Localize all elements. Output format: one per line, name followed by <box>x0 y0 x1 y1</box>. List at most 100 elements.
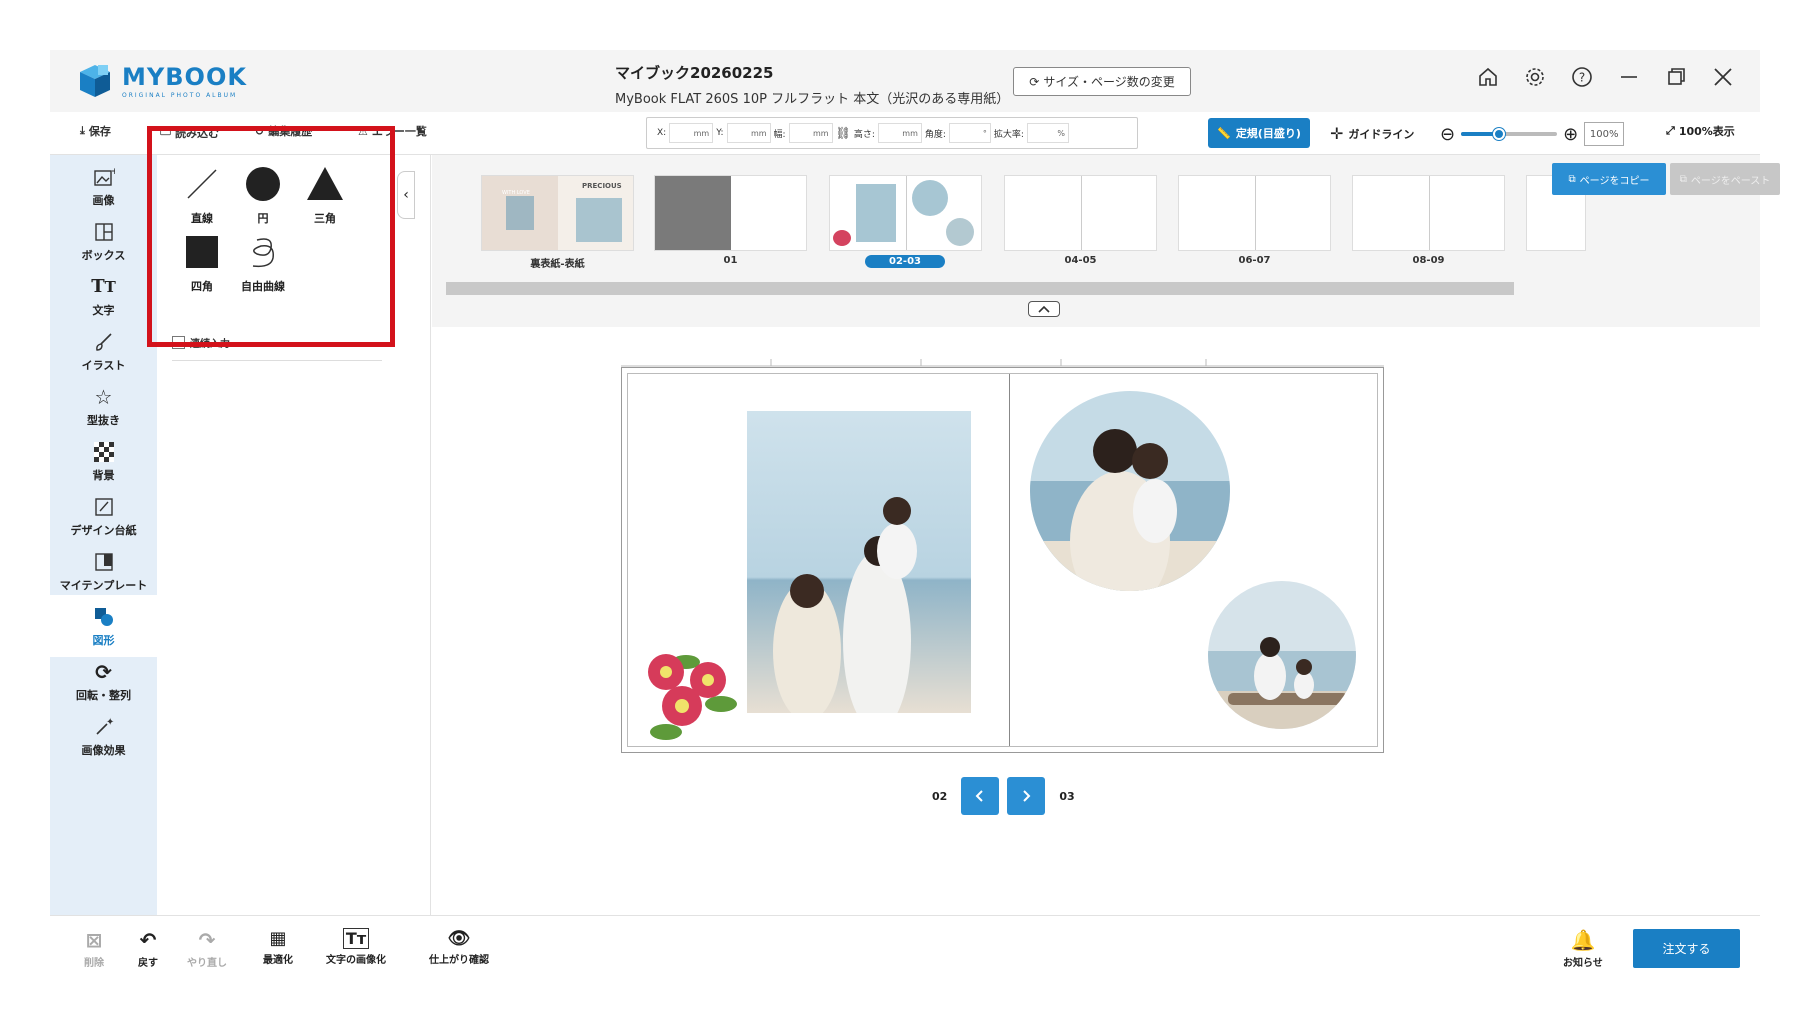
eye-icon: 👁 <box>447 928 471 949</box>
sidebar-item-rotate-align[interactable]: ⟳ 回転・整列 <box>50 650 157 712</box>
sidebar-item-label: 画像 <box>92 193 115 207</box>
order-button[interactable]: 注文する <box>1633 929 1740 968</box>
history-button[interactable]: ↺ 編集履歴 <box>255 123 312 139</box>
continuous-input-checkbox[interactable]: 連続入力 <box>172 335 230 350</box>
zoom-input[interactable]: 100% <box>1584 122 1625 146</box>
y-label: Y: <box>716 128 724 138</box>
copy-icon: ⧉ <box>1568 173 1576 185</box>
zoom-slider[interactable] <box>1461 128 1558 140</box>
size-change-button[interactable]: ⟳ サイズ・ページ数の変更 <box>1013 67 1191 96</box>
next-page-button[interactable] <box>1007 777 1046 815</box>
page-label[interactable]: 06-07 <box>1178 255 1331 266</box>
sidebar-item-image[interactable]: + 画像 <box>50 155 157 217</box>
x-field[interactable]: mm <box>669 123 714 143</box>
cover-back: WITH LOVE <box>482 176 558 250</box>
sidebar-item-cutout[interactable]: ☆ 型抜き <box>50 375 157 437</box>
page-label[interactable]: 08-09 <box>1352 255 1505 266</box>
panel-collapse-button[interactable]: ‹ <box>397 171 415 219</box>
gear-icon[interactable] <box>1522 64 1548 90</box>
minimize-icon[interactable] <box>1616 64 1642 90</box>
circle-icon <box>246 167 280 201</box>
shape-circle-button[interactable]: 円 <box>233 164 293 226</box>
help-icon[interactable]: ? <box>1569 64 1595 90</box>
strip-scrollbar[interactable] <box>446 282 1514 295</box>
y-field[interactable]: mm <box>726 123 771 143</box>
restore-icon[interactable] <box>1663 64 1689 90</box>
ruler-button[interactable]: 📏 定規(目盛り) <box>1208 118 1310 148</box>
sidebar-item-label: 文字 <box>92 303 115 317</box>
error-list-label: エラー一覧 <box>371 125 427 138</box>
page-label[interactable]: 04-05 <box>1004 255 1157 266</box>
shape-square-button[interactable]: 四角 <box>172 232 232 294</box>
page-label[interactable]: 01 <box>654 255 807 266</box>
width-field[interactable]: mm <box>788 123 833 143</box>
sidebar-item-label: ボックス <box>81 248 126 262</box>
sidebar-item-shapes[interactable]: 図形 <box>50 595 157 657</box>
page-thumb-01[interactable] <box>654 175 807 251</box>
photo-mother-child-circle[interactable] <box>1030 391 1230 591</box>
ruler-icon: 📏 <box>1217 126 1231 140</box>
redo-label: やり直し <box>187 958 227 969</box>
close-icon[interactable] <box>1710 64 1736 90</box>
magic-wand-icon: ✦ <box>92 715 116 739</box>
page-thumb-cover[interactable]: WITH LOVE PRECIOUS <box>481 175 634 251</box>
strip-toggle-button[interactable] <box>1028 301 1060 317</box>
chevron-left-icon <box>975 790 984 802</box>
page-thumb-06-07[interactable] <box>1178 175 1331 251</box>
redo-button[interactable]: ↷ やり直し <box>187 928 227 969</box>
shape-line-button[interactable]: 直線 <box>172 164 232 226</box>
continuous-input-label: 連続入力 <box>190 339 230 350</box>
sidebar-item-design-mount[interactable]: デザイン台紙 <box>50 485 157 547</box>
shape-freeform-button[interactable]: 自由曲線 <box>233 232 293 294</box>
checkbox-box[interactable] <box>172 336 185 349</box>
sidebar-item-illust[interactable]: イラスト <box>50 320 157 382</box>
zoom-in-icon[interactable]: ⊕ <box>1563 124 1578 145</box>
sidebar-item-label: 回転・整列 <box>76 688 131 702</box>
page-thumb-08-09[interactable] <box>1352 175 1505 251</box>
paste-page-button[interactable]: ⧉ ページをペースト <box>1670 163 1780 195</box>
error-list-button[interactable]: ⚠ エラー一覧 <box>358 123 427 139</box>
sidebar-item-text[interactable]: TT 文字 <box>50 265 157 327</box>
home-icon[interactable] <box>1475 64 1501 90</box>
link-icon[interactable]: ⛓ <box>836 126 851 140</box>
delete-button[interactable]: ⊠ 削除 <box>84 928 104 969</box>
thumb-flower <box>833 230 851 246</box>
sidebar-item-my-template[interactable]: マイテンプレート <box>50 540 157 602</box>
rotate-align-icon: ⟳ <box>95 659 112 684</box>
shape-line-label: 直線 <box>191 212 213 225</box>
scale-field[interactable]: % <box>1026 123 1069 143</box>
save-button[interactable]: ⤓ 保存 <box>80 123 111 139</box>
text-to-image-button[interactable]: Tт 文字の画像化 <box>326 928 386 966</box>
optimize-button[interactable]: ▦ 最適化 <box>263 928 293 966</box>
page-label-selected[interactable]: 02-03 <box>865 255 945 268</box>
sidebar-item-image-effect[interactable]: ✦ 画像効果 <box>50 705 157 767</box>
preview-button[interactable]: 👁 仕上がり確認 <box>429 928 489 966</box>
flower-illustration[interactable] <box>636 642 740 746</box>
page-label[interactable]: 裏表紙-表紙 <box>481 255 634 270</box>
logo-cube-icon <box>76 62 114 100</box>
page-thumb-04-05[interactable] <box>1004 175 1157 251</box>
prev-page-button[interactable] <box>961 777 1000 815</box>
zoom-out-icon[interactable]: ⊖ <box>1440 124 1455 145</box>
angle-field[interactable]: ° <box>948 123 991 143</box>
shape-panel: 直線 円 三角 四角 自由曲線 ‹ 連続入力 <box>157 155 431 915</box>
guideline-button[interactable]: ✛ ガイドライン <box>1330 124 1414 143</box>
full-view-button[interactable]: ⤢ 100%表示 <box>1666 123 1735 139</box>
zoom-slider-knob[interactable] <box>1493 128 1506 140</box>
load-button[interactable]: 🗀 読み込む <box>160 123 219 142</box>
shape-triangle-button[interactable]: 三角 <box>295 164 355 226</box>
height-field[interactable]: mm <box>877 123 922 143</box>
image-add-icon: + <box>92 165 116 189</box>
sidebar-item-label: イラスト <box>81 358 126 372</box>
sidebar-item-box[interactable]: ボックス <box>50 210 157 272</box>
thumb-spine <box>1081 176 1082 250</box>
photo-family-rect[interactable] <box>747 411 971 713</box>
page-spread[interactable] <box>621 367 1384 753</box>
notifications-button[interactable]: 🔔 お知らせ <box>1563 928 1603 969</box>
copy-page-button[interactable]: ⧉ ページをコピー <box>1552 163 1666 195</box>
photo-beach-circle[interactable] <box>1208 581 1356 729</box>
divider <box>172 360 382 361</box>
page-thumb-02-03[interactable] <box>829 175 982 251</box>
sidebar-item-background[interactable]: 背景 <box>50 430 157 492</box>
undo-button[interactable]: ↶ 戻す <box>138 928 158 969</box>
